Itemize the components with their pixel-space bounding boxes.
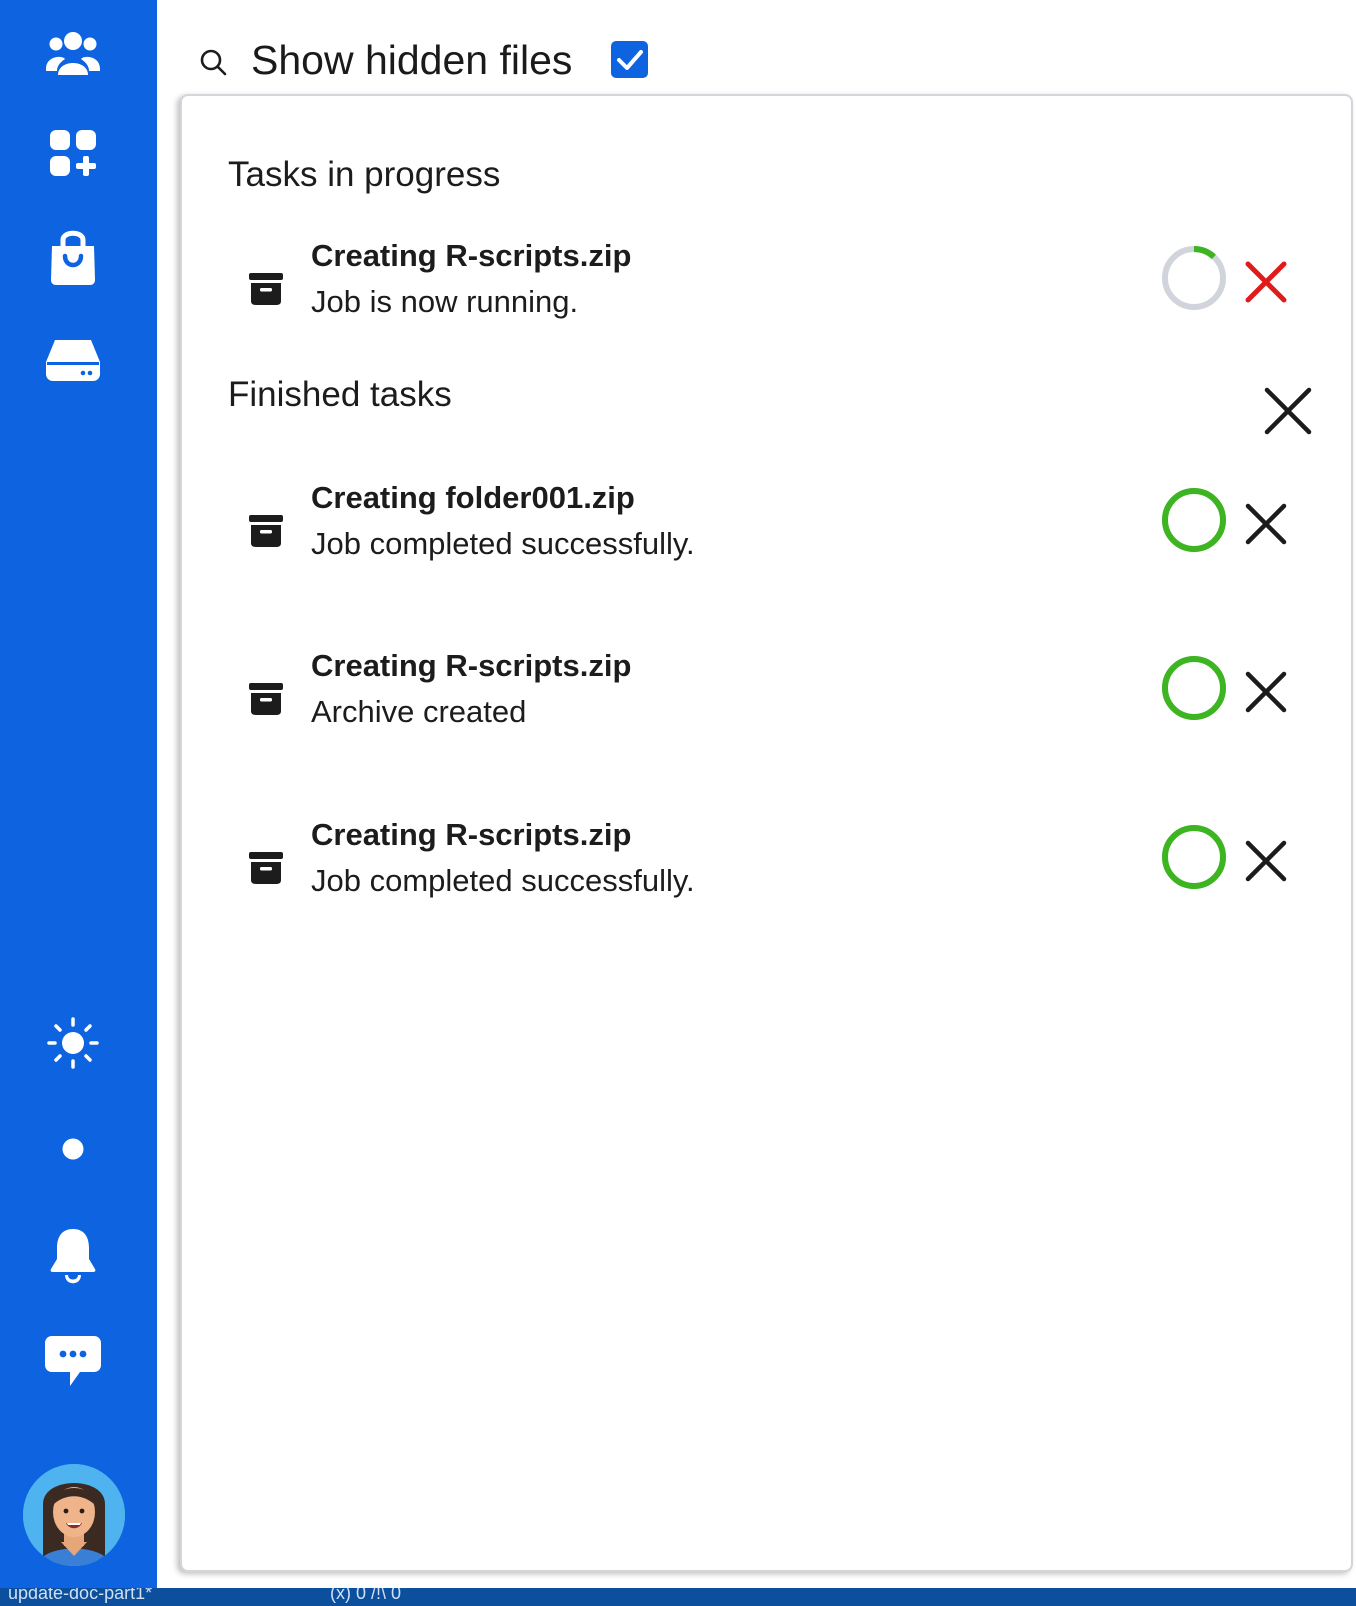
- dot-icon: [62, 1138, 84, 1160]
- tasks-panel: Tasks in progress Creating R-scripts.zip…: [180, 94, 1353, 1572]
- task-status: Job is now running.: [311, 284, 579, 319]
- archive-icon: [249, 515, 283, 547]
- task-name: Creating R-scripts.zip: [311, 817, 632, 852]
- task-row: Creating R-scripts.zip Job is now runnin…: [182, 236, 1355, 332]
- remove-task-button[interactable]: [1242, 668, 1290, 716]
- bell-icon: [50, 1229, 96, 1284]
- git-branch[interactable]: update-doc-part1*: [8, 1588, 152, 1602]
- archive-icon: [249, 273, 283, 305]
- sun-icon: [47, 1017, 99, 1069]
- remove-task-button[interactable]: [1242, 500, 1290, 548]
- clear-finished-button[interactable]: [1261, 384, 1315, 438]
- archive-icon: [249, 852, 283, 884]
- remove-task-button[interactable]: [1242, 837, 1290, 885]
- search-icon[interactable]: [199, 48, 229, 78]
- apps-add-icon: [50, 130, 96, 176]
- tasks-in-progress-heading: Tasks in progress: [228, 155, 501, 194]
- progress-ring-icon: [1162, 825, 1226, 889]
- checkmark-icon: [616, 49, 643, 70]
- task-name: Creating R-scripts.zip: [311, 238, 632, 273]
- progress-ring-icon: [1162, 488, 1226, 552]
- theme-toggle-button[interactable]: [38, 1008, 108, 1078]
- drive-icon: [46, 340, 100, 381]
- chat-button[interactable]: [38, 1326, 108, 1396]
- status-bar: update-doc-part1* (x) 0 /!\ 0: [0, 1588, 1356, 1606]
- sidebar-item-shop[interactable]: [38, 222, 108, 292]
- status-dot-button[interactable]: [38, 1114, 108, 1184]
- user-avatar[interactable]: [23, 1464, 125, 1566]
- chat-icon: [45, 1336, 101, 1386]
- task-status: Archive created: [311, 694, 527, 729]
- sidebar: [0, 0, 157, 1606]
- finished-tasks-heading: Finished tasks: [228, 375, 452, 414]
- task-row: Creating folder001.zip Job completed suc…: [182, 478, 1355, 574]
- people-icon: [46, 32, 100, 75]
- task-status: Job completed successfully.: [311, 863, 695, 898]
- archive-icon: [249, 683, 283, 715]
- task-name: Creating folder001.zip: [311, 480, 635, 515]
- cancel-task-button[interactable]: [1242, 258, 1290, 306]
- task-name: Creating R-scripts.zip: [311, 648, 632, 683]
- sidebar-item-groups[interactable]: [38, 18, 108, 88]
- progress-ring-icon: [1162, 246, 1226, 310]
- notifications-button[interactable]: [38, 1220, 108, 1290]
- task-row: Creating R-scripts.zip Archive created: [182, 646, 1355, 742]
- sidebar-item-storage[interactable]: [38, 324, 108, 394]
- show-hidden-files-checkbox[interactable]: [611, 41, 648, 78]
- avatar-icon: [23, 1464, 125, 1566]
- task-row: Creating R-scripts.zip Job completed suc…: [182, 815, 1355, 911]
- show-hidden-files-label[interactable]: Show hidden files: [251, 36, 572, 84]
- problems-count[interactable]: (x) 0 /!\ 0: [330, 1588, 401, 1602]
- sidebar-item-apps[interactable]: [38, 118, 108, 188]
- progress-ring-icon: [1162, 656, 1226, 720]
- task-status: Job completed successfully.: [311, 526, 695, 561]
- shopping-bag-icon: [51, 230, 95, 285]
